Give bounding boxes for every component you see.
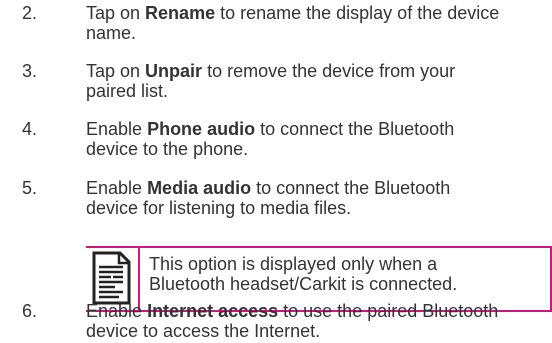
step-text: Enable Phone audio to connect the Blueto… <box>86 119 552 159</box>
step-text-pre: Enable <box>86 178 148 198</box>
step-text-pre: Enable <box>86 301 148 321</box>
step-text-line2: device to the phone. <box>86 139 249 159</box>
note-document-icon <box>92 251 131 305</box>
note-line-1: This option is displayed only when a <box>149 254 438 274</box>
step-number: 5. <box>22 178 38 198</box>
step-number: 3. <box>22 61 38 81</box>
step-keyword: Phone audio <box>147 119 256 139</box>
step-text-line2: device for listening to media files. <box>86 198 352 218</box>
step-text-rest: to rename the display of the device <box>215 3 500 23</box>
step-text-rest: to use the paired Bluetooth <box>278 301 499 321</box>
note-line-2: Bluetooth headset/Carkit is connected. <box>149 274 458 294</box>
step-text: Tap on Unpair to remove the device from … <box>86 61 552 101</box>
step-text: Enable Internet access to use the paired… <box>86 301 552 341</box>
step-text-line2: paired list. <box>86 81 169 101</box>
step-text: Enable Media audio to connect the Blueto… <box>86 178 552 218</box>
step-text-line2: device to access the Internet. <box>86 321 321 341</box>
step-number: 2. <box>22 3 38 23</box>
step-text-pre: Tap on <box>86 3 146 23</box>
step-text: Tap on Rename to rename the display of t… <box>86 3 552 43</box>
step-text-rest: to remove the device from your <box>202 61 456 81</box>
step-number: 4. <box>22 119 38 139</box>
step-text-pre: Tap on <box>86 61 146 81</box>
step-keyword: Unpair <box>145 61 203 81</box>
step-keyword: Media audio <box>147 178 252 198</box>
note-text: This option is displayed only when a Blu… <box>149 254 544 294</box>
step-text-pre: Enable <box>86 119 148 139</box>
step-number: 6. <box>22 301 38 321</box>
step-keyword: Internet access <box>147 301 279 321</box>
step-text-rest: to connect the Bluetooth <box>251 178 451 198</box>
step-keyword: Rename <box>145 3 216 23</box>
step-text-rest: to connect the Bluetooth <box>255 119 455 139</box>
step-text-line2: name. <box>86 23 137 43</box>
